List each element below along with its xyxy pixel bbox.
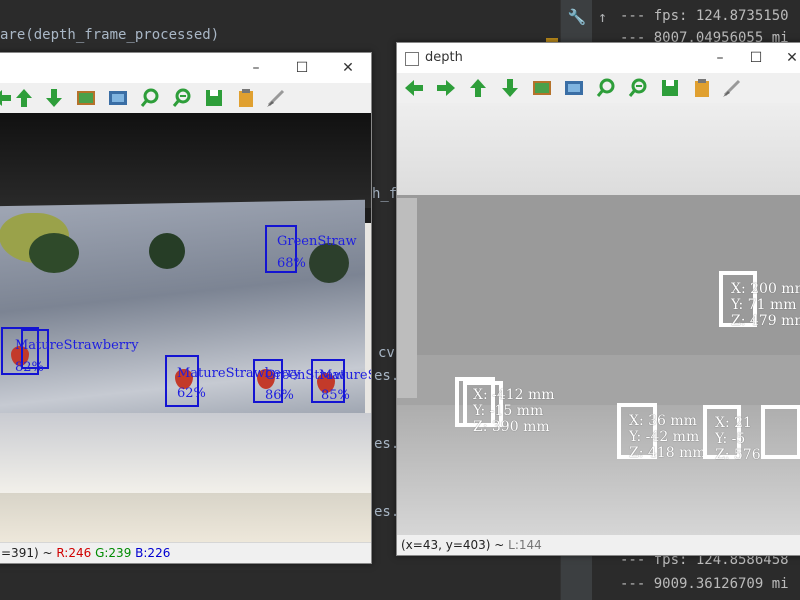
status-bar: (x=43, y=403) ~ L:144 <box>397 534 800 555</box>
color-image-view[interactable]: GreenStraw 68% MatureStrawberry 82% Matu… <box>0 113 371 543</box>
coord-z: Z: 418 mm <box>629 445 706 461</box>
detection-label: MatureStrawberry <box>15 338 139 353</box>
coord-x: X: -412 mm <box>473 387 555 403</box>
coord-y: Y: -15 mm <box>473 403 544 419</box>
status-bar-text: (x=43, y=403) ~ L:144 <box>401 535 542 555</box>
fit-window-icon[interactable] <box>107 87 129 109</box>
image-icon[interactable] <box>531 77 553 99</box>
color-image-window: – ☐ ✕ GreenStraw 68% MatureStrawberry 82… <box>0 52 372 564</box>
background-dark <box>0 113 371 208</box>
arrow-up-icon[interactable]: ↑ <box>598 8 607 26</box>
minimize-button[interactable]: – <box>707 47 733 69</box>
status-bar: =391) ~ R:246 G:239 B:226 <box>0 542 371 563</box>
window-title: depth <box>425 50 463 65</box>
save-icon[interactable] <box>203 87 225 109</box>
detection-confidence: 86% <box>265 388 294 403</box>
coord-y: Y: -5 <box>715 431 746 447</box>
coord-y: Y: 71 mm <box>731 297 797 313</box>
coord-z: Z: 576 <box>715 447 761 463</box>
zoom-in-icon[interactable] <box>595 77 617 99</box>
console-line: --- fps: 124.8735150 <box>620 8 789 24</box>
title-bar: depth – ☐ ✕ <box>397 43 800 73</box>
floor <box>0 493 371 543</box>
pixel-luma-value: L:144 <box>508 538 542 552</box>
image-icon[interactable] <box>75 87 97 109</box>
pixel-blue-value: B:226 <box>135 546 171 560</box>
arrow-down-icon[interactable] <box>499 77 521 99</box>
depth-window: depth – ☐ ✕ X: 200 mm Y: 71 mm Z: 479 mm… <box>396 42 800 556</box>
maximize-button[interactable]: ☐ <box>289 57 315 79</box>
leaf <box>309 243 349 283</box>
window-icon <box>405 52 419 66</box>
zoom-out-icon[interactable] <box>171 87 193 109</box>
title-bar: – ☐ ✕ <box>0 53 371 83</box>
coord-y: Y: -42 mm <box>629 429 700 445</box>
close-button[interactable]: ✕ <box>335 57 361 79</box>
detection-confidence: 82% <box>15 360 44 375</box>
zoom-out-icon[interactable] <box>627 77 649 99</box>
image-toolbar <box>397 73 800 103</box>
pixel-red-value: R:246 <box>56 546 92 560</box>
coord-z: Z: 390 mm <box>473 419 550 435</box>
fit-window-icon[interactable] <box>563 77 585 99</box>
coord-x: X: 200 mm <box>731 281 800 297</box>
leaf <box>29 233 79 273</box>
image-toolbar <box>0 83 371 113</box>
depth-region-near <box>397 103 800 195</box>
code-line: are(depth_frame_processed) <box>0 27 220 43</box>
zoom-in-icon[interactable] <box>139 87 161 109</box>
pixel-green-value: G:239 <box>95 546 132 560</box>
coord-x: X: 36 mm <box>629 413 697 429</box>
cursor-position: =391) <box>1 546 39 560</box>
arrow-left-icon[interactable] <box>403 77 425 99</box>
copy-icon[interactable] <box>691 77 713 99</box>
coord-x: X: 21 <box>715 415 752 431</box>
wrench-icon[interactable]: 🔧 <box>561 8 593 26</box>
detection-label: MatureStra <box>319 368 371 383</box>
status-bar-text: =391) ~ R:246 G:239 B:226 <box>1 543 170 563</box>
copy-icon[interactable] <box>235 87 257 109</box>
coord-z: Z: 479 mm <box>731 313 800 329</box>
tray <box>0 413 371 493</box>
save-icon[interactable] <box>659 77 681 99</box>
status-separator: ~ <box>490 538 509 552</box>
arrow-down-icon[interactable] <box>43 87 65 109</box>
detection-confidence: 62% <box>177 386 206 401</box>
leaf <box>149 233 185 269</box>
cursor-position: (x=43, y=403) <box>401 538 491 552</box>
properties-brush-icon[interactable] <box>265 87 287 109</box>
code-line: h_f <box>372 186 398 202</box>
detection-confidence: 68% <box>277 256 306 271</box>
depth-region-shadow <box>397 198 417 398</box>
arrow-left-icon[interactable] <box>0 87 13 109</box>
arrow-up-icon[interactable] <box>13 87 35 109</box>
code-line: cv <box>378 345 395 361</box>
arrow-right-icon[interactable] <box>435 77 457 99</box>
minimize-button[interactable]: – <box>243 57 269 79</box>
maximize-button[interactable]: ☐ <box>743 47 769 69</box>
status-separator: ~ <box>38 546 57 560</box>
depth-image-view[interactable]: X: 200 mm Y: 71 mm Z: 479 mm X: -412 mm … <box>397 103 800 535</box>
console-line: --- 9009.36126709 mi <box>620 576 789 592</box>
detection-label: GreenStraw <box>277 234 357 249</box>
close-button[interactable]: ✕ <box>779 47 800 69</box>
arrow-up-icon[interactable] <box>467 77 489 99</box>
properties-brush-icon[interactable] <box>721 77 743 99</box>
depth-measure-box <box>761 405 800 459</box>
detection-confidence: 85% <box>321 388 350 403</box>
